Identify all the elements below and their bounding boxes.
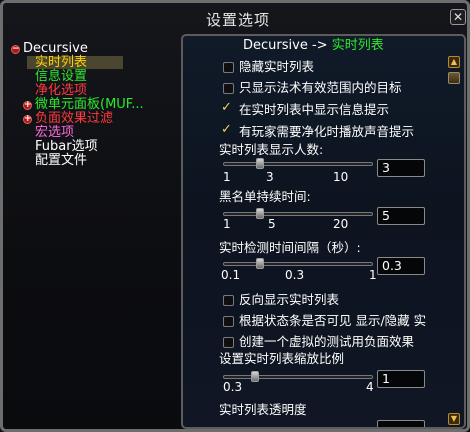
- tree-item-info-settings[interactable]: 信息设置: [35, 70, 87, 84]
- tree-item-fubar-options[interactable]: Fubar选项: [35, 140, 98, 154]
- slider-max-label: 20: [333, 217, 349, 231]
- checkmark-icon[interactable]: ✓: [221, 101, 232, 114]
- blacklist-time-input[interactable]: 5: [377, 207, 425, 225]
- tree-item-micro-unit-frame[interactable]: 微单元面板(MUF...: [35, 98, 144, 112]
- tree-item-profiles[interactable]: 配置文件: [35, 154, 87, 168]
- slider-mid-label: 5: [268, 217, 276, 231]
- virtual-debuff-label: 创建一个虚拟的测试用负面效果: [239, 334, 415, 349]
- status-bar-visible-label: 根据状态条是否可见 显示/隐藏 实: [239, 313, 427, 328]
- check-interval-input[interactable]: 0.3: [377, 257, 425, 275]
- display-count-input[interactable]: 3: [377, 159, 425, 177]
- blacklist-time-slider[interactable]: [223, 212, 373, 216]
- hide-live-list-checkbox[interactable]: [223, 62, 234, 73]
- slider-min-label: 0.1: [221, 268, 241, 282]
- slider-mid-label: 0.3: [285, 268, 305, 282]
- breadcrumb-root: Decursive ->: [243, 38, 328, 53]
- settings-window: 设置选项 ✕ − Decursive 实时列表 信息设置 净化选项 + 微单元面…: [0, 0, 470, 432]
- slider-max-label: 4: [366, 380, 374, 394]
- slider-mid-label: 3: [266, 170, 274, 184]
- display-count-slider[interactable]: [223, 162, 373, 166]
- play-sound-label: 有玩家需要净化时播放声音提示: [239, 124, 415, 139]
- options-panel: Decursive -> 实时列表 ▲ ▼ 隐藏实时列表 只显示法术有效范围内的…: [181, 34, 466, 429]
- display-count-slider-thumb[interactable]: [256, 158, 264, 169]
- tree-item-cure-options[interactable]: 净化选项: [35, 84, 87, 98]
- only-in-range-checkbox[interactable]: [223, 83, 234, 94]
- opacity-input[interactable]: [377, 420, 425, 427]
- hide-live-list-label: 隐藏实时列表: [239, 59, 315, 74]
- tree-item-macro-options[interactable]: 宏选项: [35, 126, 74, 140]
- scale-slider[interactable]: [223, 375, 373, 379]
- navigation-tree: − Decursive 实时列表 信息设置 净化选项 + 微单元面板(MUF..…: [11, 41, 177, 429]
- slider-min-label: 1: [223, 170, 231, 184]
- status-bar-visible-checkbox[interactable]: [223, 316, 234, 327]
- tree-item-debuff-filter[interactable]: 负面效果过滤: [35, 112, 113, 126]
- close-button[interactable]: ✕: [450, 9, 466, 25]
- blacklist-time-label: 黑名单持续时间:: [219, 189, 311, 204]
- check-interval-slider-thumb[interactable]: [256, 258, 264, 269]
- only-in-range-label: 只显示法术有效范围内的目标: [239, 80, 402, 95]
- slider-min-label: 1: [223, 217, 231, 231]
- reverse-list-checkbox[interactable]: [223, 295, 234, 306]
- scroll-up-button[interactable]: ▲: [448, 56, 460, 68]
- expand-icon[interactable]: +: [23, 101, 32, 110]
- reverse-list-label: 反向显示实时列表: [239, 292, 340, 307]
- check-interval-label: 实时检测时间间隔（秒）:: [219, 240, 361, 255]
- slider-max-label: 10: [333, 170, 349, 184]
- tree-item-decursive[interactable]: Decursive: [23, 42, 88, 56]
- scrollbar-thumb[interactable]: [448, 72, 460, 84]
- show-info-tip-label: 在实时列表中显示信息提示: [239, 102, 390, 117]
- scale-slider-thumb[interactable]: [251, 371, 259, 382]
- blacklist-time-slider-thumb[interactable]: [256, 208, 264, 219]
- scale-label: 设置实时列表缩放比例: [219, 351, 345, 366]
- collapse-icon[interactable]: −: [11, 45, 20, 54]
- breadcrumb: Decursive -> 实时列表: [243, 38, 443, 53]
- window-title: 设置选项: [205, 11, 270, 29]
- check-interval-slider[interactable]: [223, 262, 373, 266]
- display-count-label: 实时列表显示人数:: [219, 142, 324, 157]
- slider-max-label: 1: [369, 268, 377, 282]
- tree-item-live-list[interactable]: 实时列表: [35, 56, 87, 70]
- opacity-label: 实时列表透明度: [219, 402, 307, 417]
- virtual-debuff-checkbox[interactable]: [223, 337, 234, 348]
- scale-input[interactable]: 1: [377, 370, 425, 388]
- slider-min-label: 0.3: [223, 380, 243, 394]
- breadcrumb-current: 实时列表: [331, 38, 384, 53]
- checkmark-icon[interactable]: ✓: [221, 123, 232, 136]
- scroll-down-button[interactable]: ▼: [448, 413, 460, 425]
- expand-icon[interactable]: +: [23, 115, 32, 124]
